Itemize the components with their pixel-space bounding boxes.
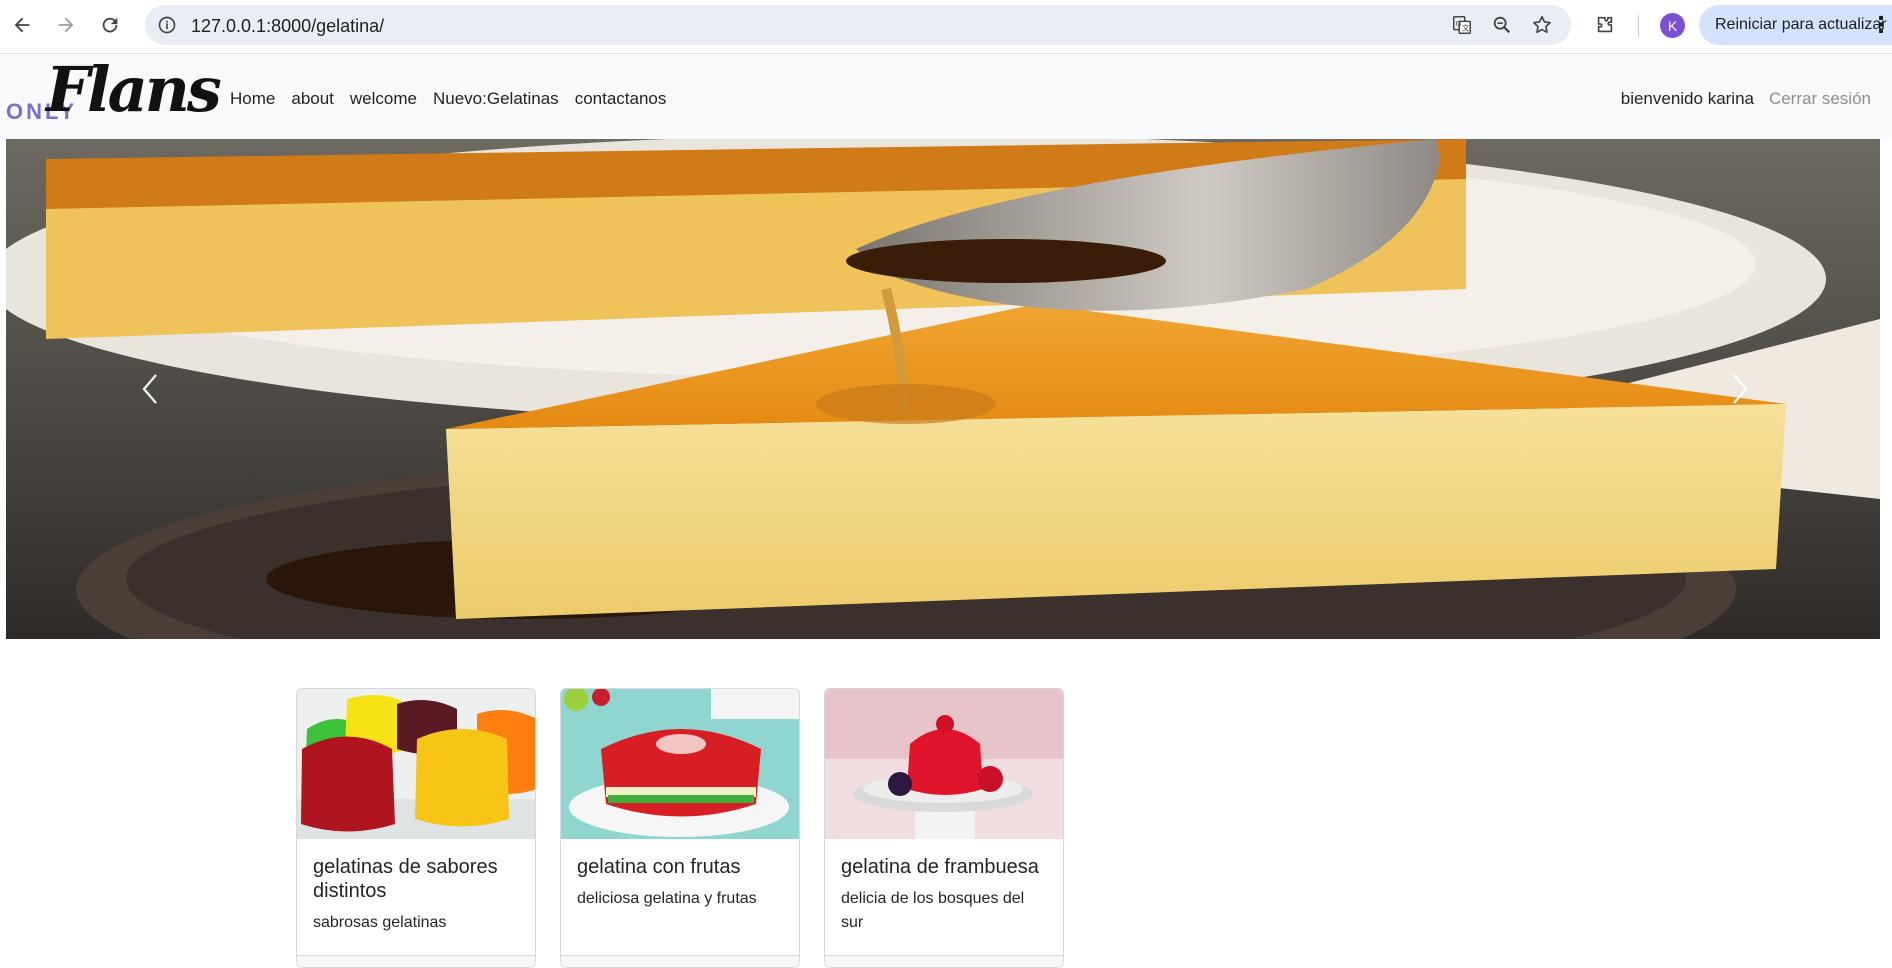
nav-link-home[interactable]: Home (222, 89, 283, 109)
restart-to-update-button[interactable]: Reiniciar para actualizar ⋮ (1699, 5, 1892, 45)
menu-dots-icon[interactable]: ⋮ (1870, 5, 1892, 45)
hero-flan-image (6, 139, 1880, 639)
card-image-fruit-ring-gelatin (561, 689, 799, 839)
carousel-prev-button[interactable] (130, 364, 170, 414)
back-icon[interactable] (6, 9, 38, 41)
logout-link[interactable]: Cerrar sesión (1769, 89, 1871, 109)
reload-icon[interactable] (94, 9, 126, 41)
card-footer (825, 955, 1063, 967)
product-cards: gelatinas de sabores distintos sabrosas … (296, 688, 1064, 968)
url-text[interactable]: 127.0.0.1:8000/gelatina/ (191, 16, 384, 37)
nav-links: Home about welcome Nuevo:Gelatinas conta… (222, 89, 674, 109)
forward-icon[interactable] (50, 9, 82, 41)
card-text: deliciosa gelatina y frutas (577, 890, 757, 907)
svg-text:文: 文 (1462, 24, 1470, 33)
brand-logo[interactable]: ONLY Flans (6, 53, 222, 135)
card-title: gelatinas de sabores distintos (313, 856, 498, 902)
nav-link-gelatinas[interactable]: Nuevo:Gelatinas (425, 89, 567, 109)
nav-link-contact[interactable]: contactanos (567, 89, 675, 109)
user-greeting: bienvenido karina (1620, 89, 1754, 108)
brand-script-text: Flans (46, 53, 222, 126)
card-footer (561, 955, 799, 967)
zoom-icon[interactable] (1489, 12, 1515, 38)
card-title: gelatina con frutas (577, 856, 741, 878)
nav-link-welcome[interactable]: welcome (342, 89, 425, 109)
card-image-assorted-gelatins (297, 689, 535, 839)
card-title: gelatina de frambuesa (841, 856, 1039, 878)
product-card[interactable]: gelatina con frutas deliciosa gelatina y… (560, 688, 800, 968)
extensions-icon[interactable] (1589, 9, 1621, 41)
card-footer (297, 955, 535, 967)
hero-carousel (6, 139, 1880, 639)
chevron-left-icon (142, 374, 157, 404)
product-card[interactable]: gelatina de frambuesa delicia de los bos… (824, 688, 1064, 968)
toolbar-divider (1638, 15, 1639, 37)
browser-toolbar: 127.0.0.1:8000/gelatina/ G文 K Reiniciar … (0, 0, 1892, 54)
nav-link-about[interactable]: about (283, 89, 342, 109)
bookmark-star-icon[interactable] (1529, 12, 1555, 38)
card-text: sabrosas gelatinas (313, 914, 447, 931)
site-info-icon[interactable] (153, 11, 181, 39)
avatar[interactable]: K (1660, 13, 1685, 38)
translate-icon[interactable]: G文 (1449, 12, 1475, 38)
site-navbar: ONLY Flans Home about welcome Nuevo:Gela… (0, 53, 1892, 139)
product-card[interactable]: gelatinas de sabores distintos sabrosas … (296, 688, 536, 968)
carousel-next-button[interactable] (1720, 364, 1760, 414)
restart-label: Reiniciar para actualizar (1715, 16, 1887, 33)
svg-text:G: G (1456, 19, 1462, 28)
card-image-raspberry-gelatin (825, 689, 1063, 839)
chevron-right-icon (1733, 374, 1748, 404)
address-bar[interactable]: 127.0.0.1:8000/gelatina/ G文 (145, 5, 1571, 45)
card-text: delicia de los bosques del sur (841, 890, 1025, 931)
